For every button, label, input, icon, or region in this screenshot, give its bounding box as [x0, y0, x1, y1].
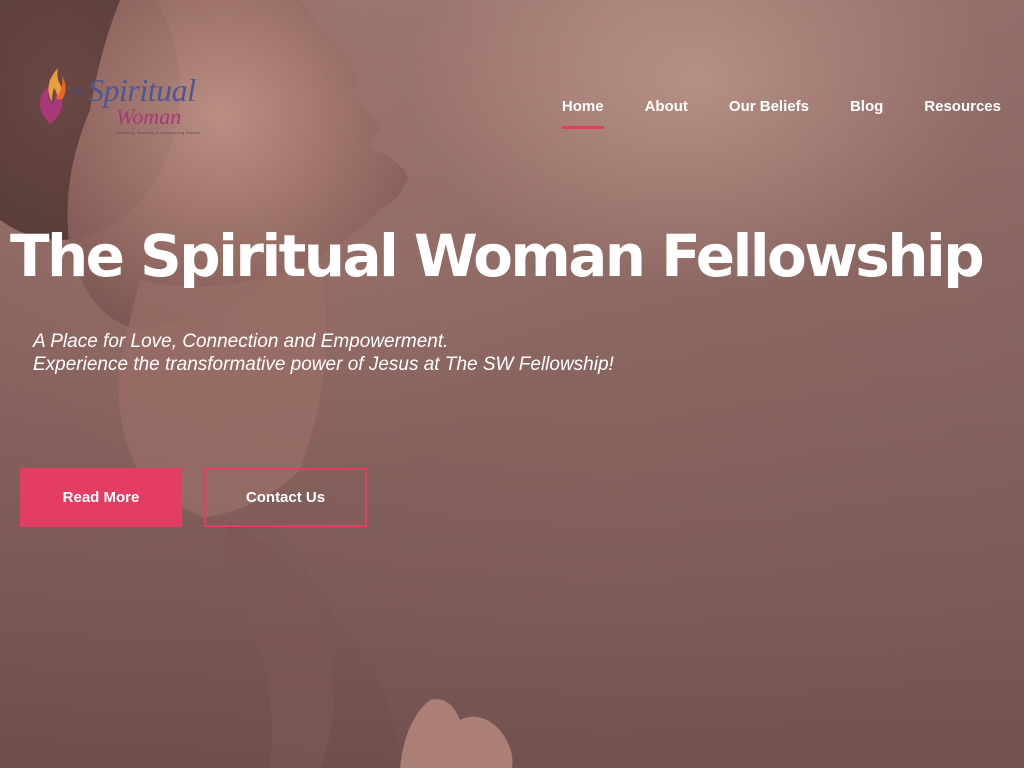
nav-item-about[interactable]: About: [645, 98, 688, 129]
logo-tagline: Reaching, Teaching & Empowering Women: [116, 130, 201, 135]
nav-item-our-beliefs[interactable]: Our Beliefs: [729, 98, 809, 129]
logo-text-woman: Woman: [116, 104, 182, 129]
nav-item-resources[interactable]: Resources: [924, 98, 1001, 129]
hero-subtitle-line-2: Experience the transformative power of J…: [33, 354, 614, 375]
site-logo[interactable]: The Spiritual Woman Reaching, Teaching &…: [36, 66, 226, 135]
logo-text-the: The: [72, 86, 87, 97]
nav-item-home[interactable]: Home: [561, 98, 604, 129]
hero-title: The Spiritual Woman Fellowship: [10, 222, 985, 290]
read-more-button[interactable]: Read More: [20, 468, 182, 527]
logo-text-spiritual: Spiritual: [88, 72, 196, 108]
hero-subtitle-line-1: A Place for Love, Connection and Empower…: [33, 331, 449, 352]
flame-drop-logo-icon: [39, 68, 66, 124]
hero-subtitle: A Place for Love, Connection and Empower…: [33, 330, 614, 376]
main-nav: Home About Our Beliefs Blog Resources: [521, 98, 1001, 129]
nav-item-blog[interactable]: Blog: [850, 98, 883, 129]
contact-us-button[interactable]: Contact Us: [204, 468, 367, 527]
